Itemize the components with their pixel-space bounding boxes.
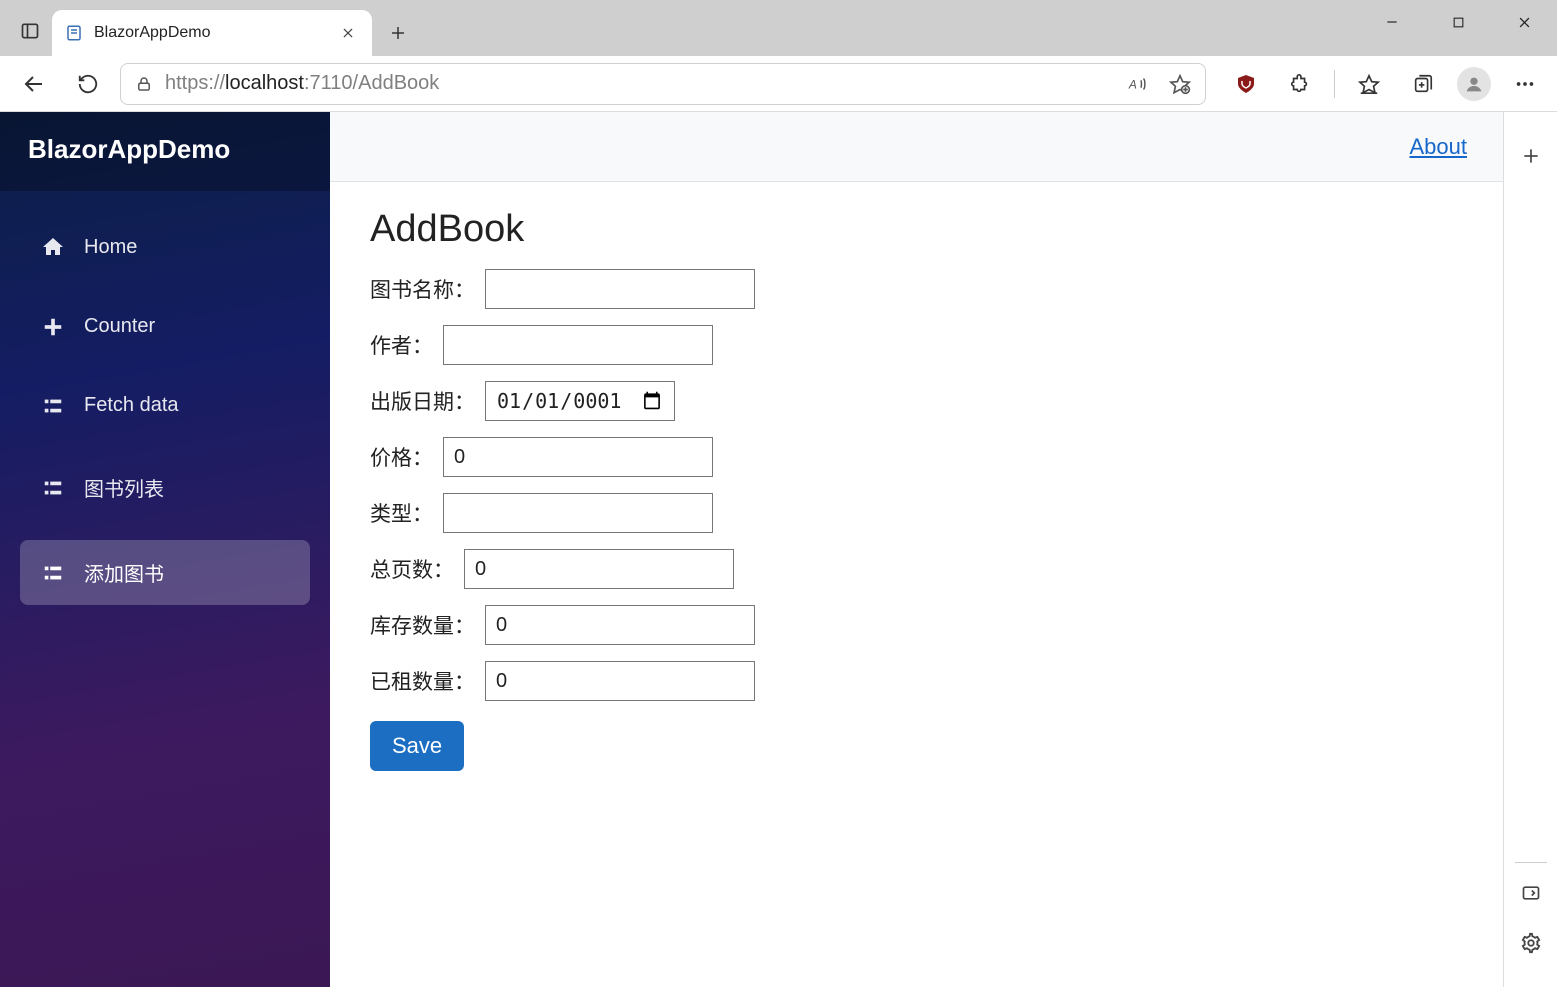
toolbar-divider (1334, 70, 1335, 98)
input-stock[interactable] (485, 605, 755, 645)
input-type[interactable] (443, 493, 713, 533)
label-author: 作者： (370, 330, 433, 360)
about-link[interactable]: About (1410, 134, 1468, 160)
input-price[interactable] (443, 437, 713, 477)
nav-label: Fetch data (84, 394, 179, 417)
list-icon (40, 562, 66, 584)
browser-toolbar: https://localhost:7110/AddBook A (0, 56, 1557, 112)
label-pages: 总页数： (370, 554, 454, 584)
list-icon (40, 477, 66, 499)
label-stock: 库存数量： (370, 610, 475, 640)
input-pages[interactable] (464, 549, 734, 589)
tab-title: BlazorAppDemo (94, 24, 326, 42)
extensions-icon[interactable] (1280, 62, 1320, 106)
save-button[interactable]: Save (370, 721, 464, 771)
app-sidebar: BlazorAppDemo Home Counter (0, 112, 330, 987)
favicon-icon (64, 23, 84, 43)
toolbar-right (1216, 62, 1545, 106)
nav-label: 图书列表 (84, 473, 164, 502)
nav-item-addbook[interactable]: 添加图书 (20, 540, 310, 605)
home-icon (40, 235, 66, 259)
sidebar-collapse-button[interactable] (1511, 873, 1551, 913)
url-text: https://localhost:7110/AddBook (165, 72, 1115, 95)
svg-text:A: A (1128, 77, 1137, 91)
url-port: :7110 (304, 72, 353, 94)
url-path: /AddBook (353, 72, 440, 94)
web-content: BlazorAppDemo Home Counter (0, 112, 1503, 987)
sidebar-add-button[interactable] (1511, 136, 1551, 176)
tab-close-button[interactable] (336, 21, 360, 45)
label-name: 图书名称： (370, 274, 475, 304)
url-host: localhost (225, 72, 304, 94)
read-aloud-icon[interactable]: A (1127, 73, 1149, 95)
plus-icon (40, 316, 66, 338)
nav-label: Home (84, 236, 137, 259)
refresh-button[interactable] (66, 62, 110, 106)
nav-menu: Home Counter Fetch data (0, 201, 330, 621)
new-tab-button[interactable] (378, 13, 418, 53)
collections-icon[interactable] (1403, 62, 1443, 106)
label-price: 价格： (370, 442, 433, 472)
input-release[interactable] (485, 381, 675, 421)
sidebar-divider (1515, 862, 1547, 863)
label-type: 类型： (370, 498, 433, 528)
close-window-button[interactable] (1491, 0, 1557, 44)
lock-icon (135, 75, 153, 93)
nav-label: 添加图书 (84, 558, 164, 587)
body-content: AddBook 图书名称： 作者： 出版日期： 价格 (330, 182, 1503, 987)
label-rented: 已租数量： (370, 666, 475, 696)
browser-tab[interactable]: BlazorAppDemo (52, 10, 372, 56)
window-titlebar: BlazorAppDemo (0, 0, 1557, 56)
page-title: AddBook (370, 208, 1463, 251)
profile-avatar[interactable] (1457, 67, 1491, 101)
addbook-form: 图书名称： 作者： 出版日期： 价格： (370, 269, 1463, 771)
input-name[interactable] (485, 269, 755, 309)
minimize-button[interactable] (1359, 0, 1425, 44)
nav-item-fetchdata[interactable]: Fetch data (20, 376, 310, 435)
nav-label: Counter (84, 315, 155, 338)
favorite-icon[interactable] (1169, 73, 1191, 95)
back-button[interactable] (12, 62, 56, 106)
input-rented[interactable] (485, 661, 755, 701)
window-controls (1359, 0, 1557, 56)
label-release: 出版日期： (370, 386, 475, 416)
top-row: About (330, 112, 1503, 182)
maximize-button[interactable] (1425, 0, 1491, 44)
nav-item-counter[interactable]: Counter (20, 297, 310, 356)
main-panel: About AddBook 图书名称： 作者： 出版日期： (330, 112, 1503, 987)
edge-sidebar (1503, 112, 1557, 987)
nav-item-home[interactable]: Home (20, 217, 310, 277)
nav-item-booklist[interactable]: 图书列表 (20, 455, 310, 520)
ublock-icon[interactable] (1226, 62, 1266, 106)
app-brand: BlazorAppDemo (0, 112, 330, 191)
sidebar-settings-button[interactable] (1511, 923, 1551, 963)
more-menu-button[interactable] (1505, 62, 1545, 106)
list-icon (40, 395, 66, 417)
address-bar[interactable]: https://localhost:7110/AddBook A (120, 63, 1206, 105)
tab-strip: BlazorAppDemo (8, 0, 418, 56)
url-scheme: https:// (165, 72, 225, 94)
input-author[interactable] (443, 325, 713, 365)
favorites-bar-icon[interactable] (1349, 62, 1389, 106)
page-area: BlazorAppDemo Home Counter (0, 112, 1557, 987)
tab-actions-button[interactable] (8, 11, 52, 51)
